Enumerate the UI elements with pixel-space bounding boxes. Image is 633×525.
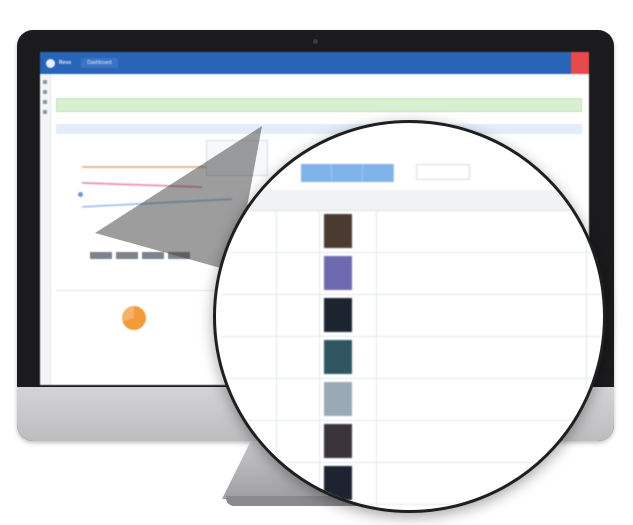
row-thumbnail[interactable] — [324, 214, 352, 248]
logo-icon[interactable] — [46, 58, 55, 68]
brand-name[interactable]: Revo — [59, 60, 71, 66]
section-label[interactable]: Dashboard — [81, 58, 118, 68]
success-alert — [56, 98, 582, 112]
table-row[interactable] — [221, 210, 603, 253]
toolbar-button[interactable] — [363, 164, 394, 182]
magnifier-lens — [213, 120, 606, 513]
chart-point — [78, 192, 83, 197]
toolbar-button[interactable] — [301, 164, 332, 182]
toolbar-button-group — [301, 164, 394, 182]
row-thumbnail[interactable] — [324, 256, 352, 290]
rail-icon[interactable] — [43, 110, 47, 114]
rail-icon[interactable] — [43, 100, 47, 104]
top-navbar: Revo Dashboard — [40, 52, 589, 74]
row-thumbnail[interactable] — [324, 298, 352, 332]
table-row[interactable] — [221, 420, 603, 463]
rail-icon[interactable] — [43, 80, 47, 84]
table-row[interactable] — [221, 252, 603, 295]
table-row[interactable] — [221, 462, 603, 505]
table-header — [221, 190, 603, 211]
page-size-select[interactable] — [416, 164, 470, 180]
pie-panel-header — [56, 280, 230, 291]
row-thumbnail[interactable] — [324, 340, 352, 374]
table-row[interactable] — [221, 294, 603, 337]
rail-icon[interactable] — [43, 90, 47, 94]
row-thumbnail[interactable] — [324, 424, 352, 458]
row-thumbnail[interactable] — [324, 466, 352, 500]
pie-chart — [122, 306, 146, 330]
side-rail — [40, 74, 51, 385]
table-row[interactable] — [221, 336, 603, 379]
toolbar-button[interactable] — [332, 164, 363, 182]
alert-button[interactable] — [571, 52, 589, 74]
table-row[interactable] — [221, 378, 603, 421]
row-thumbnail[interactable] — [324, 382, 352, 416]
zoomed-content — [216, 123, 603, 510]
camera-dot — [313, 39, 318, 44]
